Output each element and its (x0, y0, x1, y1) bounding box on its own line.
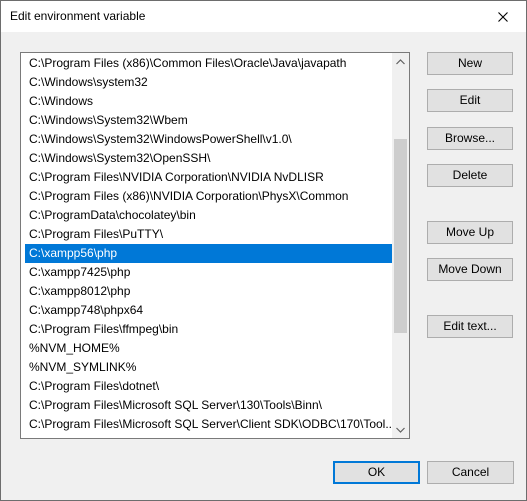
scroll-up-button[interactable] (392, 53, 409, 70)
move-up-button[interactable]: Move Up (427, 221, 513, 244)
path-list-item[interactable]: %NVM_HOME% (25, 339, 393, 358)
vertical-scrollbar[interactable] (392, 53, 409, 438)
scroll-thumb[interactable] (394, 139, 407, 333)
path-list-item[interactable]: C:\Program Files (x86)\NVIDIA Corporatio… (25, 187, 393, 206)
chevron-up-icon (396, 58, 405, 64)
path-list-item[interactable]: C:\Program Files\... (25, 434, 393, 438)
path-list-item[interactable]: C:\Program Files\NVIDIA Corporation\NVID… (25, 168, 393, 187)
path-list-item[interactable]: C:\xampp8012\php (25, 282, 393, 301)
path-list-item[interactable]: C:\Program Files\dotnet\ (25, 377, 393, 396)
path-list-item[interactable]: C:\ProgramData\chocolatey\bin (25, 206, 393, 225)
close-button[interactable] (480, 1, 526, 32)
path-list-item[interactable]: C:\Program Files\PuTTY\ (25, 225, 393, 244)
close-icon (498, 11, 508, 22)
new-button[interactable]: New (427, 52, 513, 75)
path-list-item[interactable]: C:\xampp7425\php (25, 263, 393, 282)
path-list-items: C:\Program Files (x86)\Common Files\Orac… (21, 53, 393, 438)
path-list-item[interactable]: C:\Program Files\Microsoft SQL Server\13… (25, 396, 393, 415)
path-list-item[interactable]: C:\Windows (25, 92, 393, 111)
path-list-item[interactable]: C:\Windows\System32\Wbem (25, 111, 393, 130)
cancel-button[interactable]: Cancel (427, 461, 514, 484)
path-list-item[interactable]: C:\Windows\System32\OpenSSH\ (25, 149, 393, 168)
edit-button[interactable]: Edit (427, 89, 513, 112)
path-list[interactable]: C:\Program Files (x86)\Common Files\Orac… (20, 52, 410, 439)
ok-button[interactable]: OK (333, 461, 420, 484)
path-list-item[interactable]: C:\xampp56\php (25, 244, 393, 263)
browse-button[interactable]: Browse... (427, 127, 513, 150)
delete-button[interactable]: Delete (427, 164, 513, 187)
edit-text-button[interactable]: Edit text... (427, 315, 513, 338)
move-down-button[interactable]: Move Down (427, 258, 513, 281)
path-list-item[interactable]: C:\Program Files\Microsoft SQL Server\Cl… (25, 415, 393, 434)
chevron-down-icon (396, 427, 405, 433)
title-bar: Edit environment variable (1, 1, 526, 32)
path-list-item[interactable]: C:\Program Files\ffmpeg\bin (25, 320, 393, 339)
scroll-down-button[interactable] (392, 421, 409, 438)
path-list-item[interactable]: C:\xampp748\phpx64 (25, 301, 393, 320)
path-list-item[interactable]: C:\Windows\system32 (25, 73, 393, 92)
path-list-item[interactable]: %NVM_SYMLINK% (25, 358, 393, 377)
edit-env-variable-dialog: Edit environment variable C:\Program Fil… (0, 0, 527, 501)
path-list-item[interactable]: C:\Program Files (x86)\Common Files\Orac… (25, 54, 393, 73)
window-title: Edit environment variable (10, 9, 146, 23)
path-list-item[interactable]: C:\Windows\System32\WindowsPowerShell\v1… (25, 130, 393, 149)
